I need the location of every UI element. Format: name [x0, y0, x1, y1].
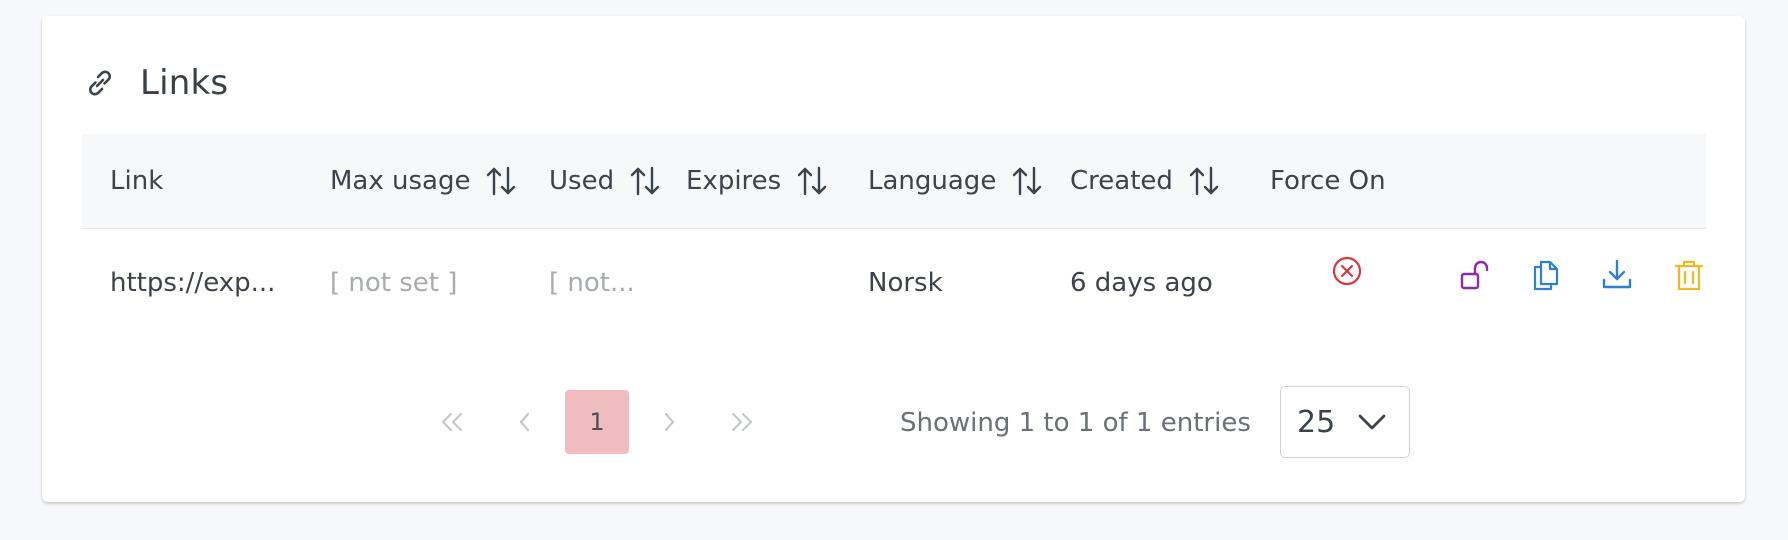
chevrons-right-icon — [731, 412, 753, 432]
sort-icon[interactable] — [628, 164, 662, 198]
download-icon[interactable] — [1600, 258, 1634, 292]
entries-summary: Showing 1 to 1 of 1 entries — [900, 408, 1251, 438]
link-icon — [89, 70, 111, 96]
x-circle-icon — [1332, 256, 1362, 286]
chevron-down-icon — [1358, 414, 1386, 430]
column-header-used[interactable]: Used — [549, 134, 662, 228]
cell-max-usage: [ not set ] — [330, 268, 458, 298]
links-card: Links Link Max usage Used Expires Langua… — [42, 16, 1745, 502]
chevron-left-icon — [519, 412, 530, 432]
column-header-created[interactable]: Created — [1070, 134, 1221, 228]
card-title: Links — [140, 63, 229, 103]
sort-icon[interactable] — [1010, 164, 1044, 198]
sort-icon[interactable] — [484, 164, 518, 198]
column-header-language[interactable]: Language — [868, 134, 1044, 228]
last-page-button[interactable] — [709, 390, 773, 454]
trash-icon[interactable] — [1672, 258, 1706, 292]
table-row: https://exp... [ not set ] [ not... Nors… — [82, 228, 1706, 338]
chevrons-left-icon — [441, 412, 463, 432]
card-header: Links — [82, 60, 228, 106]
page-1-button[interactable]: 1 — [565, 390, 629, 454]
first-page-button[interactable] — [421, 390, 485, 454]
previous-page-button[interactable] — [493, 390, 557, 454]
cell-created: 6 days ago — [1070, 268, 1213, 298]
table-header: Link Max usage Used Expires Language Cre… — [82, 134, 1706, 229]
unlock-icon[interactable] — [1458, 258, 1492, 292]
cell-used: [ not... — [549, 268, 635, 298]
cell-link[interactable]: https://exp... — [110, 228, 275, 338]
page-size-value: 25 — [1297, 404, 1336, 440]
cell-language: Norsk — [868, 268, 943, 298]
column-header-link: Link — [110, 166, 164, 196]
sort-icon[interactable] — [795, 164, 829, 198]
page-size-select[interactable]: 25 — [1280, 386, 1410, 458]
next-page-button[interactable] — [637, 390, 701, 454]
column-header-force-on: Force On — [1270, 166, 1386, 196]
sort-icon[interactable] — [1187, 164, 1221, 198]
column-header-expires[interactable]: Expires — [686, 134, 829, 228]
chevron-right-icon — [664, 412, 675, 432]
copy-icon[interactable] — [1529, 258, 1563, 292]
column-header-max-usage[interactable]: Max usage — [330, 134, 518, 228]
